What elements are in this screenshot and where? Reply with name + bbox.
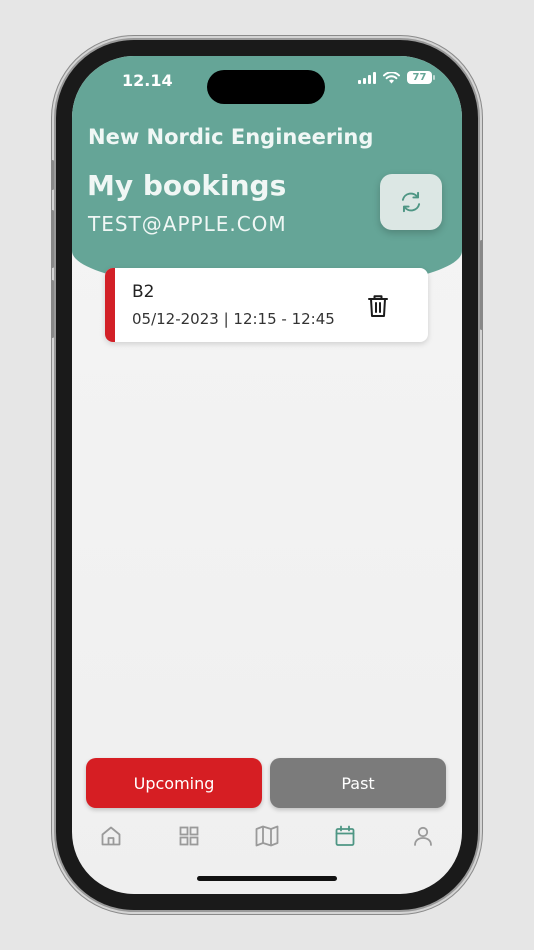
battery-icon: 77 — [407, 71, 435, 84]
wifi-icon — [383, 71, 400, 83]
status-icons: 77 — [358, 71, 435, 84]
nav-grid[interactable] — [175, 822, 203, 850]
nav-profile[interactable] — [409, 822, 437, 850]
signal-icon — [358, 71, 376, 84]
phone-frame: 12.14 77 New Nordic Engineering My booki… — [51, 40, 483, 910]
refresh-button[interactable] — [380, 174, 442, 230]
page-title: My bookings — [87, 169, 287, 202]
trash-icon — [368, 295, 388, 317]
nav-home[interactable] — [97, 822, 125, 850]
company-name: New Nordic Engineering — [88, 125, 374, 149]
volume-down-button — [51, 280, 54, 338]
booking-card[interactable]: B2 05/12-2023 | 12:15 - 12:45 — [105, 268, 428, 342]
mute-switch — [51, 160, 54, 190]
dynamic-island — [207, 70, 325, 104]
calendar-icon — [335, 825, 355, 846]
nav-bookings[interactable] — [331, 822, 359, 850]
screen: 12.14 77 New Nordic Engineering My booki… — [72, 56, 462, 894]
power-button — [480, 240, 483, 330]
bottom-navbar — [72, 816, 462, 856]
refresh-icon — [401, 191, 421, 213]
booking-tabs: Upcoming Past — [86, 758, 448, 808]
volume-up-button — [51, 210, 54, 268]
user-email: TEST@APPLE.COM — [88, 212, 287, 236]
status-time: 12.14 — [122, 71, 173, 90]
user-icon — [414, 826, 432, 846]
booking-datetime: 05/12-2023 | 12:15 - 12:45 — [132, 310, 335, 328]
map-icon — [255, 825, 279, 847]
booking-room: B2 — [132, 282, 155, 302]
grid-icon — [179, 826, 199, 846]
tab-upcoming[interactable]: Upcoming — [86, 758, 262, 808]
home-icon — [101, 826, 121, 846]
nav-map[interactable] — [253, 822, 281, 850]
booking-status-accent — [105, 268, 115, 342]
home-indicator[interactable] — [197, 876, 337, 881]
tab-past[interactable]: Past — [270, 758, 446, 808]
delete-booking-button[interactable] — [367, 294, 389, 322]
